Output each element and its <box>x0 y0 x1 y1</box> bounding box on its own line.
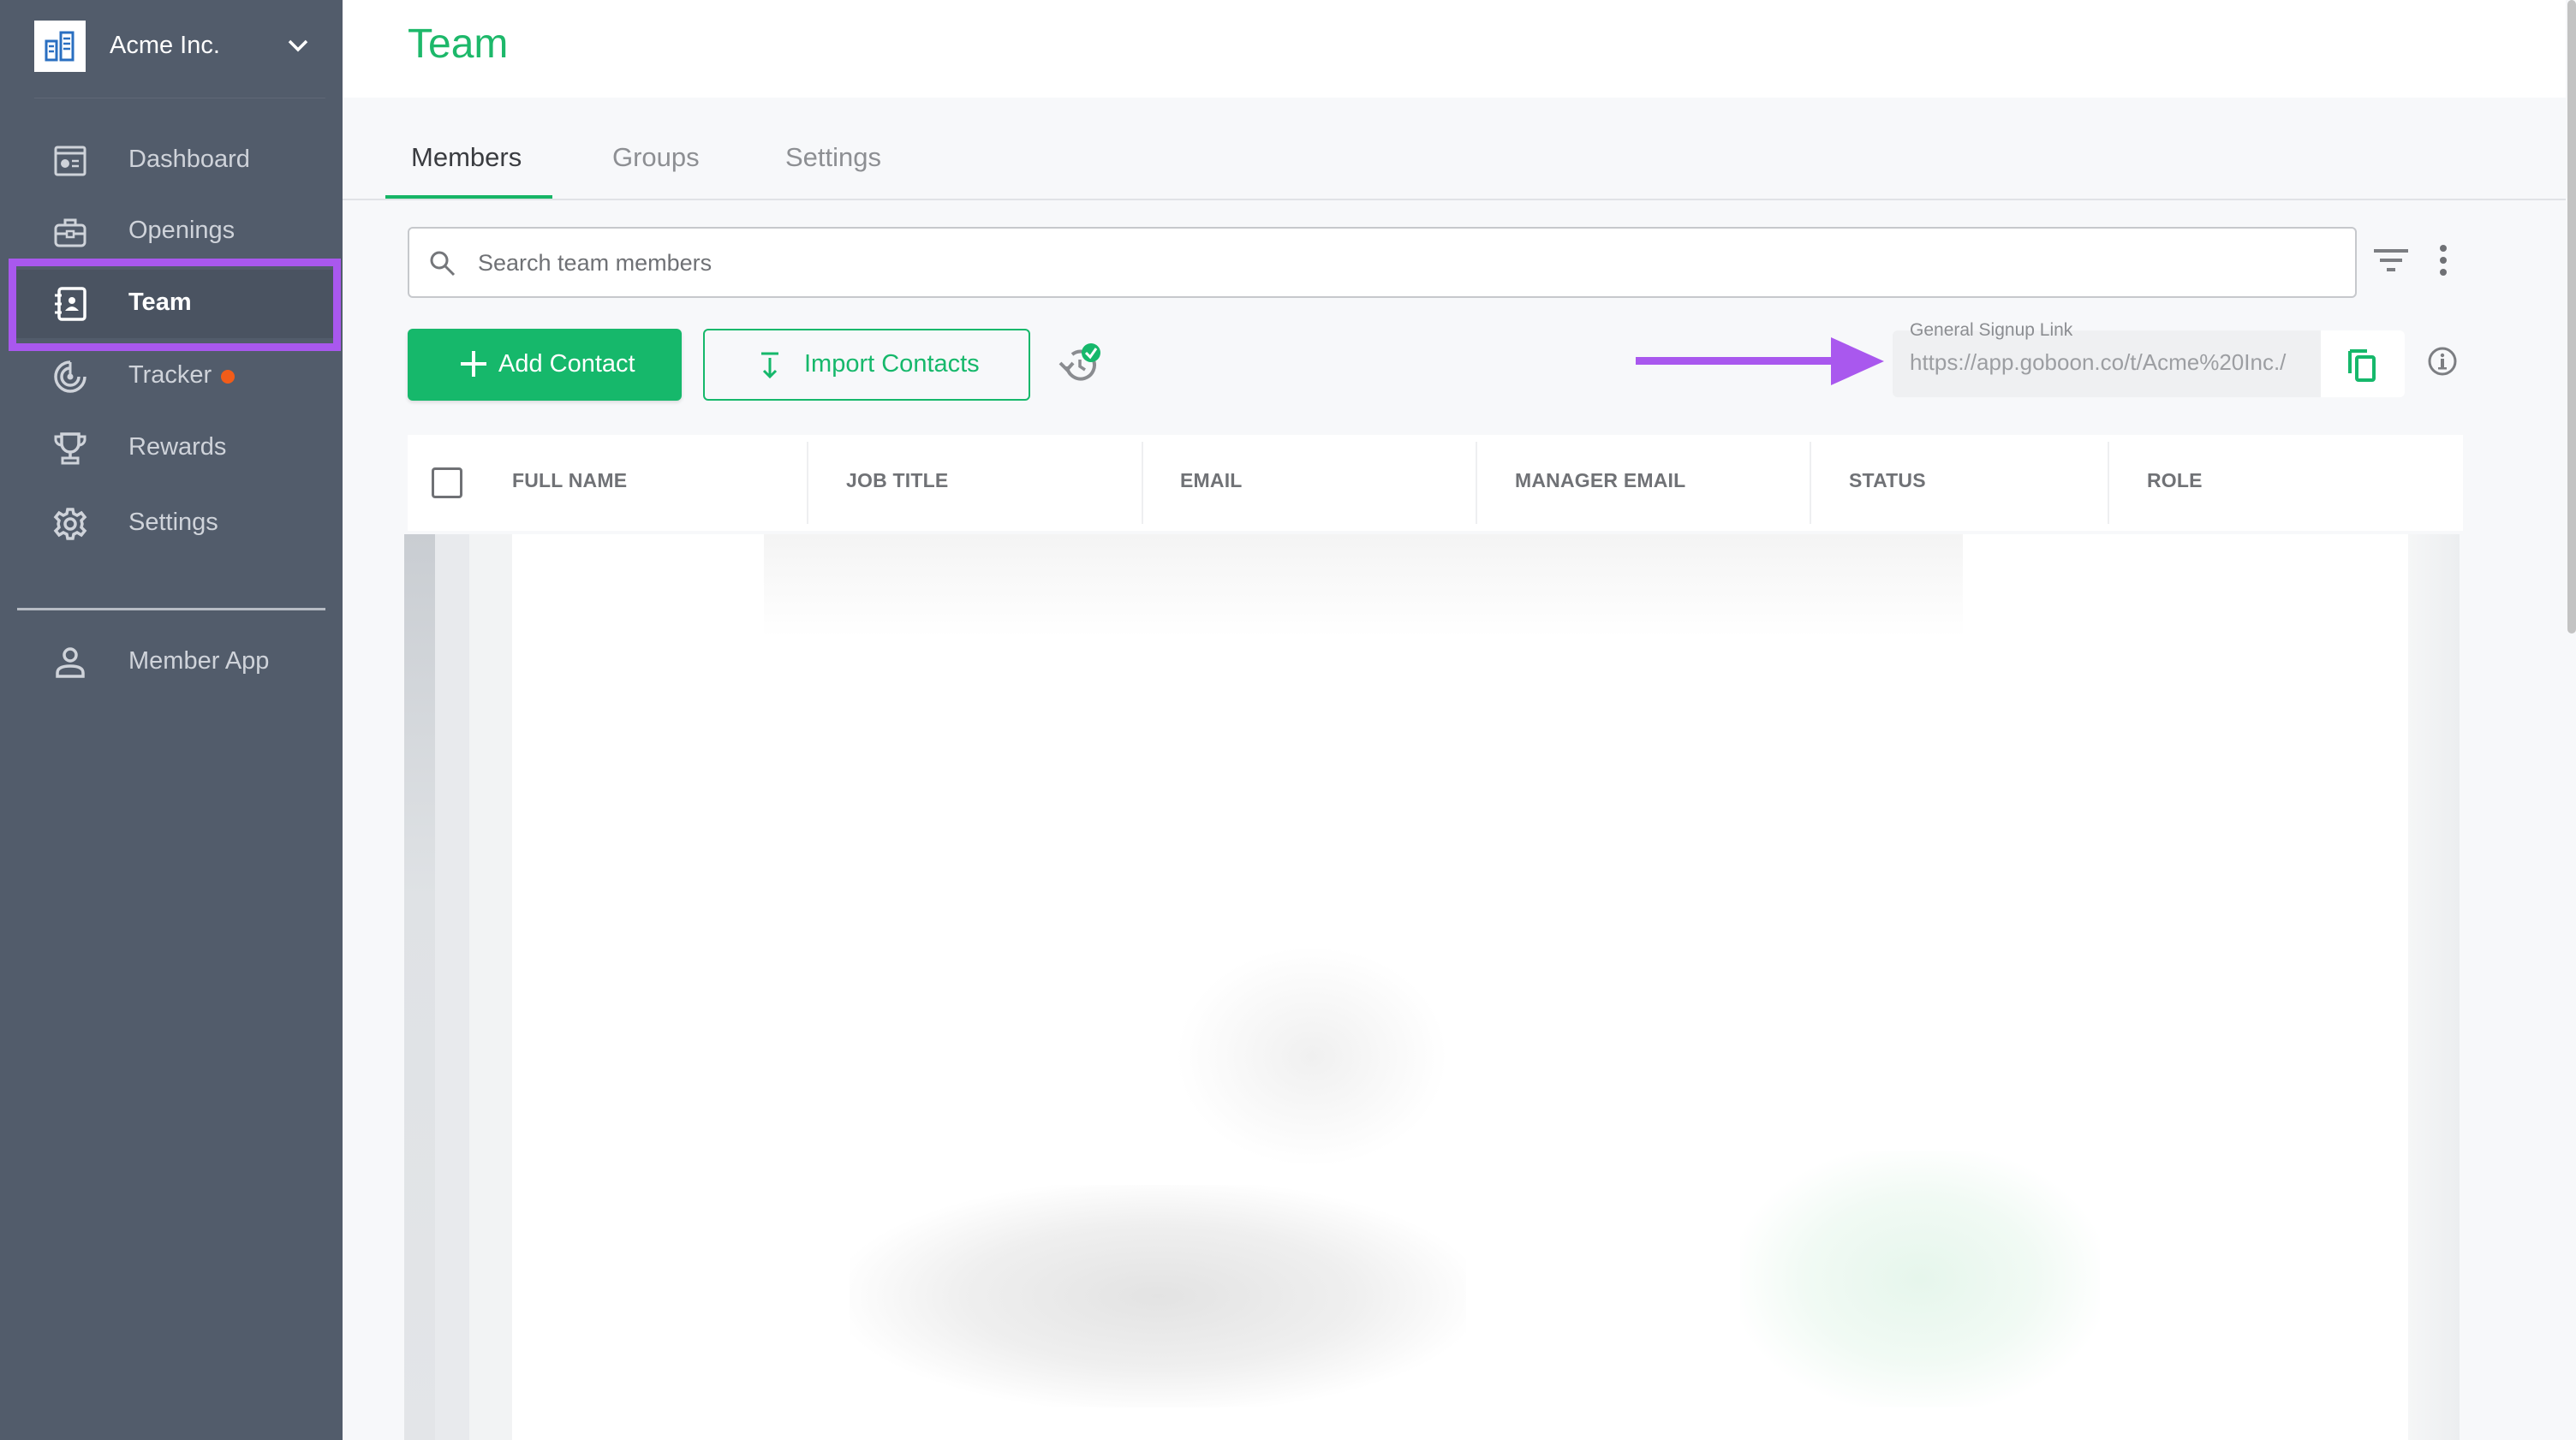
sidebar-item-dashboard[interactable]: Dashboard <box>12 127 337 195</box>
sidebar-item-member-app[interactable]: Member App <box>12 628 337 697</box>
sidebar-item-team[interactable]: Team <box>12 270 337 338</box>
column-separator <box>807 442 808 524</box>
chevron-down-icon[interactable] <box>283 31 313 62</box>
signup-link-value[interactable]: https://app.goboon.co/t/Acme%20Inc./ <box>1910 349 2312 376</box>
sidebar-item-rewards[interactable]: Rewards <box>12 414 337 483</box>
radar-icon <box>54 360 86 393</box>
sidebar-item-label: Dashboard <box>128 146 250 173</box>
import-icon <box>761 352 778 379</box>
tab-settings[interactable]: Settings <box>785 142 881 193</box>
buildings-icon <box>45 31 75 62</box>
notification-dot <box>221 370 235 384</box>
column-header-role[interactable]: ROLE <box>2147 469 2203 492</box>
add-contact-label: Add Contact <box>498 350 635 378</box>
briefcase-icon <box>54 218 86 247</box>
sidebar-item-label: Team <box>128 289 192 316</box>
tabs-divider <box>343 199 2566 200</box>
org-name: Acme Inc. <box>110 32 220 59</box>
contacts-book-icon <box>55 287 86 321</box>
tab-groups[interactable]: Groups <box>612 142 700 193</box>
person-icon <box>56 647 85 678</box>
tab-members[interactable]: Members <box>411 142 522 193</box>
more-options-icon[interactable] <box>2430 241 2456 279</box>
add-contact-button[interactable]: Add Contact <box>408 329 682 401</box>
sidebar-item-label: Tracker <box>128 361 212 389</box>
column-separator <box>1810 442 1811 524</box>
dashboard-icon <box>54 146 86 176</box>
select-all-checkbox[interactable] <box>432 467 462 498</box>
search-field[interactable] <box>408 227 2357 298</box>
page-scrollbar-thumb[interactable] <box>2567 0 2576 634</box>
filter-icon[interactable] <box>2372 243 2410 277</box>
info-icon[interactable] <box>2427 346 2458 377</box>
column-separator <box>1142 442 1143 524</box>
redaction-blur <box>404 534 2460 1440</box>
table-header: FULL NAME JOB TITLE EMAIL MANAGER EMAIL … <box>408 435 2463 531</box>
sidebar-item-settings[interactable]: Settings <box>12 490 337 558</box>
plus-icon <box>461 351 486 377</box>
search-icon <box>430 251 456 277</box>
sidebar-item-label: Rewards <box>128 433 227 461</box>
column-separator <box>1476 442 1477 524</box>
sidebar-divider <box>17 608 325 610</box>
column-header-job-title[interactable]: JOB TITLE <box>846 469 948 492</box>
sidebar-item-openings[interactable]: Openings <box>12 198 337 266</box>
column-header-manager-email[interactable]: MANAGER EMAIL <box>1515 469 1685 492</box>
sidebar-item-tracker[interactable]: Tracker <box>12 342 337 411</box>
sidebar-item-label: Member App <box>128 647 270 675</box>
trophy-icon <box>54 432 86 465</box>
sync-history-icon[interactable] <box>1057 341 1105 385</box>
column-header-status[interactable]: STATUS <box>1849 469 1926 492</box>
table-body-redacted <box>404 534 2460 1440</box>
org-logo <box>34 21 86 72</box>
import-contacts-label: Import Contacts <box>804 350 980 378</box>
gear-icon <box>53 508 87 540</box>
sidebar: Acme Inc. Dashboard Openings Team Tracke… <box>0 0 343 1440</box>
copy-icon <box>2348 349 2376 382</box>
column-separator <box>2108 442 2109 524</box>
search-input[interactable] <box>478 244 2276 282</box>
column-header-full-name[interactable]: FULL NAME <box>512 469 627 492</box>
page-title: Team <box>408 21 509 67</box>
column-header-email[interactable]: EMAIL <box>1180 469 1243 492</box>
page-header: Team <box>343 0 2566 98</box>
tab-bar: Members Groups Settings <box>343 98 2566 200</box>
import-contacts-button[interactable]: Import Contacts <box>703 329 1030 401</box>
copy-link-button[interactable] <box>2321 330 2405 397</box>
sidebar-item-label: Settings <box>128 509 218 536</box>
sidebar-item-label: Openings <box>128 217 236 244</box>
org-switcher[interactable]: Acme Inc. <box>34 21 343 74</box>
signup-link-label: General Signup Link <box>1910 320 2073 340</box>
annotation-arrow-icon <box>1636 337 1884 385</box>
